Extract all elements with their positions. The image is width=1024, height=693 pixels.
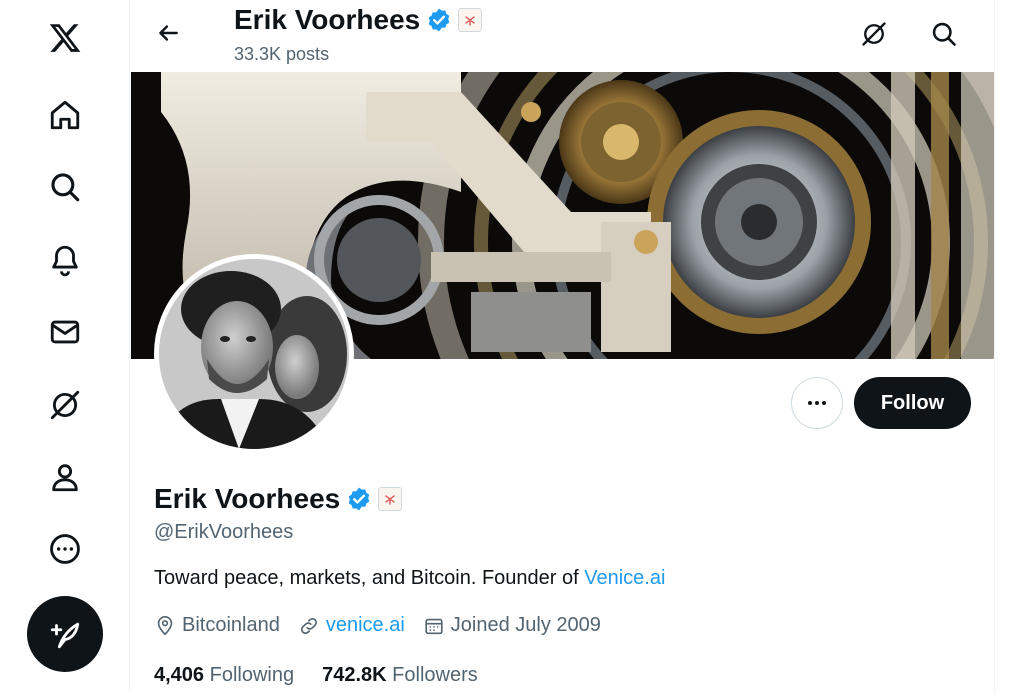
home-icon[interactable] — [40, 90, 90, 140]
followers-label: Followers — [392, 664, 478, 686]
display-name: Erik Voorhees — [154, 483, 341, 514]
left-nav — [0, 0, 130, 693]
profile-stats-row: 4,406 Following 742.8K Followers — [154, 664, 478, 687]
profile-avatar[interactable] — [154, 254, 354, 454]
profile-handle: @ErikVoorhees — [154, 521, 294, 543]
more-icon[interactable] — [40, 524, 90, 574]
explore-icon[interactable] — [40, 162, 90, 212]
x-logo-icon[interactable] — [40, 13, 90, 63]
joined-item: Joined July 2009 — [423, 614, 601, 637]
verified-badge-icon[interactable] — [426, 7, 452, 33]
following-label: Following — [209, 664, 295, 686]
back-arrow-icon[interactable] — [150, 15, 186, 51]
profile-column: Erik Voorhees 33.3K posts Follow Erik Vo… — [129, 0, 995, 693]
header-post-count: 33.3K posts — [234, 44, 330, 64]
followers-stat[interactable]: 742.8K Followers — [322, 664, 478, 687]
profile-meta-row: Bitcoinland venice.ai Joined July 2009 — [154, 614, 619, 637]
calendar-icon — [425, 618, 443, 634]
following-stat[interactable]: 4,406 Following — [154, 664, 294, 687]
affiliate-badge-icon[interactable] — [458, 8, 483, 32]
followers-count: 742.8K — [322, 664, 387, 686]
joined-text: Joined July 2009 — [450, 614, 601, 636]
location-pin-icon — [157, 615, 173, 635]
compose-post-icon — [50, 622, 80, 649]
follow-button[interactable]: Follow — [854, 377, 971, 429]
search-icon[interactable] — [924, 14, 964, 54]
grok-icon[interactable] — [854, 14, 894, 54]
notifications-icon[interactable] — [40, 235, 90, 285]
location-item: Bitcoinland — [154, 614, 280, 637]
messages-icon[interactable] — [40, 307, 90, 357]
website-item[interactable]: venice.ai — [298, 614, 405, 637]
following-count: 4,406 — [154, 664, 205, 686]
profile-icon[interactable] — [40, 452, 90, 502]
link-icon — [300, 617, 317, 634]
profile-bio: Toward peace, markets, and Bitcoin. Foun… — [154, 567, 665, 590]
more-actions-button[interactable] — [791, 377, 843, 429]
compose-post-button[interactable] — [27, 596, 103, 672]
website-link[interactable]: venice.ai — [326, 614, 405, 637]
location-text: Bitcoinland — [182, 614, 280, 636]
affiliate-badge-icon[interactable] — [378, 487, 403, 511]
bio-text: Toward peace, markets, and Bitcoin. Foun… — [154, 567, 585, 589]
profile-name-row: Erik Voorhees — [154, 483, 403, 515]
profile-header-bar: Erik Voorhees 33.3K posts — [130, 0, 994, 72]
bio-link[interactable]: Venice.ai — [584, 567, 665, 589]
header-title-row: Erik Voorhees — [234, 4, 483, 36]
verified-badge-icon[interactable] — [346, 486, 372, 512]
header-display-name: Erik Voorhees — [234, 4, 421, 35]
grok-icon[interactable] — [40, 380, 90, 430]
more-dots-icon — [808, 401, 826, 405]
